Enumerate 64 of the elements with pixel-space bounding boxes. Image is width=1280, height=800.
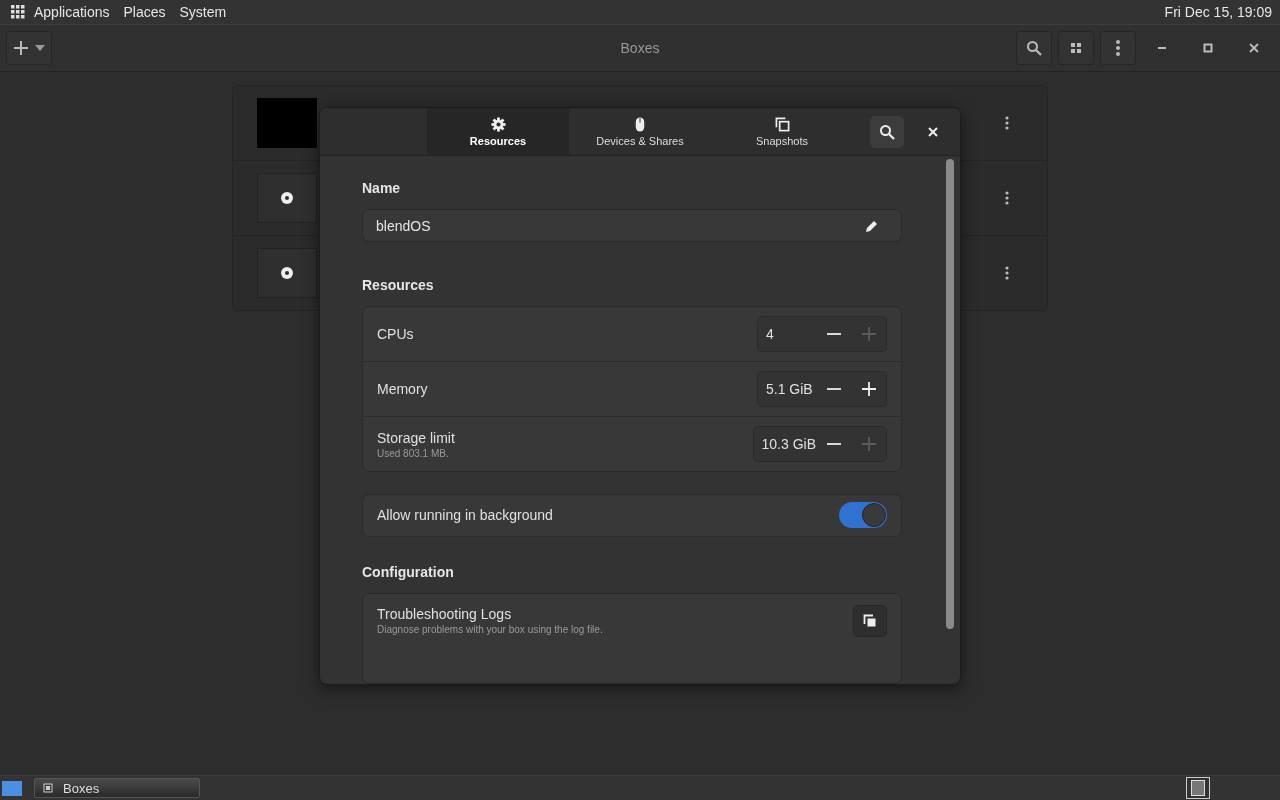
row-subtitle: Diagnose problems with your box using the log file.	[377, 624, 603, 636]
open-logs-button[interactable]	[853, 604, 887, 637]
name-field[interactable]: blendOS	[362, 209, 902, 243]
plus-icon	[13, 40, 29, 56]
new-box-button[interactable]	[6, 31, 52, 65]
copy-icon	[863, 613, 877, 628]
minus-icon	[825, 333, 842, 336]
kebab-icon	[1116, 40, 1120, 56]
toggle-switch[interactable]	[839, 502, 887, 529]
search-icon	[1026, 40, 1042, 56]
workspace-switcher[interactable]	[1186, 777, 1210, 799]
tab[interactable]: Devices & Shares	[569, 108, 711, 155]
copy-icon	[774, 116, 790, 132]
menu-button[interactable]	[1100, 31, 1136, 65]
section-heading: Configuration	[362, 563, 455, 580]
tab[interactable]: Resources	[427, 108, 569, 155]
app-grid-icon[interactable]	[11, 5, 25, 19]
kebab-icon[interactable]	[1005, 266, 1009, 280]
box-thumbnail[interactable]	[257, 248, 317, 298]
grid-icon	[1071, 43, 1081, 53]
gear-icon	[490, 116, 506, 132]
scrollbar[interactable]	[946, 159, 954, 629]
row-label: Troubleshooting Logs	[377, 606, 513, 623]
panel-menu[interactable]: System	[179, 4, 227, 20]
kebab-icon[interactable]	[1005, 191, 1009, 205]
plus-icon	[860, 436, 877, 453]
row-label: CPUs	[377, 326, 414, 343]
close-icon	[928, 126, 938, 137]
plus-icon	[860, 326, 877, 343]
spin-button[interactable]: 10.3 GiB	[752, 426, 887, 463]
panel-menu[interactable]: Applications	[34, 4, 110, 20]
minus-icon	[825, 443, 842, 446]
view-toggle-button[interactable]	[1058, 31, 1094, 65]
taskbar-button[interactable]: Boxes	[34, 778, 200, 798]
row-label: Memory	[377, 381, 428, 398]
box-thumbnail[interactable]	[257, 173, 317, 223]
section-heading: Name	[362, 180, 402, 196]
row-subtitle: Used 803.1 MB.	[377, 447, 450, 459]
section-heading: Resources	[362, 277, 435, 294]
window-icon	[43, 783, 53, 793]
box-thumbnail[interactable]	[257, 98, 317, 148]
window-title: Boxes	[619, 40, 661, 56]
disc-icon	[280, 191, 294, 205]
kebab-icon[interactable]	[1005, 116, 1009, 130]
search-icon	[879, 123, 895, 140]
clock[interactable]: Fri Dec 15, 19:09	[1164, 4, 1272, 20]
minus-icon	[825, 388, 842, 391]
tab[interactable]: Snapshots	[711, 108, 853, 155]
spin-button[interactable]: 4	[757, 316, 887, 353]
row-label: Storage limit	[377, 429, 455, 446]
show-desktop-button[interactable]	[2, 780, 22, 796]
close-icon	[1249, 43, 1259, 53]
mouse-icon	[635, 116, 645, 132]
panel-menu[interactable]: Places	[123, 4, 166, 20]
search-button[interactable]	[870, 115, 904, 148]
pencil-icon	[865, 218, 879, 233]
row-label: Allow running in background	[377, 507, 553, 524]
disc-icon	[280, 266, 294, 280]
search-button[interactable]	[1016, 31, 1052, 65]
maximize-icon	[1203, 43, 1213, 53]
plus-icon	[860, 381, 877, 398]
caret-icon	[35, 45, 45, 51]
spin-button[interactable]: 5.1 GiB	[757, 371, 887, 408]
minimize-icon	[1157, 47, 1167, 49]
